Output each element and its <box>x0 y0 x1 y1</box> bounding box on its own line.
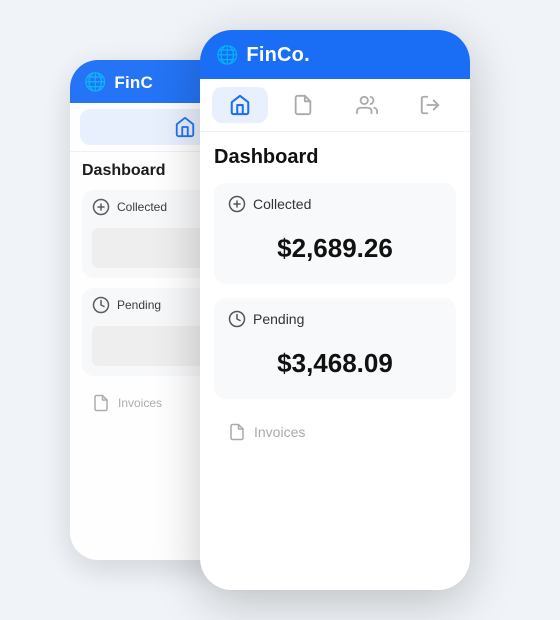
pending-card: Pending $3,468.09 <box>214 298 456 399</box>
front-phone-header: 🌐 FinCo. <box>200 30 470 79</box>
phone-front: 🌐 FinCo. Dashboard <box>200 30 470 590</box>
collected-label: Collected <box>228 195 442 213</box>
collected-card: Collected $2,689.26 <box>214 183 456 284</box>
pending-value: $3,468.09 <box>228 340 442 383</box>
invoices-section[interactable]: Invoices <box>214 413 456 451</box>
front-nav-tabs <box>200 79 470 132</box>
tab-documents[interactable] <box>276 87 332 123</box>
front-phone-content: Dashboard Collected $2,689.26 Pending $3… <box>200 132 470 465</box>
invoices-label: Invoices <box>254 424 305 440</box>
tab-users[interactable] <box>339 87 395 123</box>
pending-label: Pending <box>228 310 442 328</box>
back-app-name: FinC <box>114 73 153 93</box>
back-logo-icon: 🌐 <box>84 72 106 93</box>
front-app-name: FinCo. <box>246 44 309 67</box>
tab-home[interactable] <box>212 87 268 123</box>
collected-value: $2,689.26 <box>228 225 442 268</box>
dashboard-title: Dashboard <box>214 146 456 169</box>
front-logo-icon: 🌐 <box>216 45 238 66</box>
tab-logout[interactable] <box>403 87 459 123</box>
